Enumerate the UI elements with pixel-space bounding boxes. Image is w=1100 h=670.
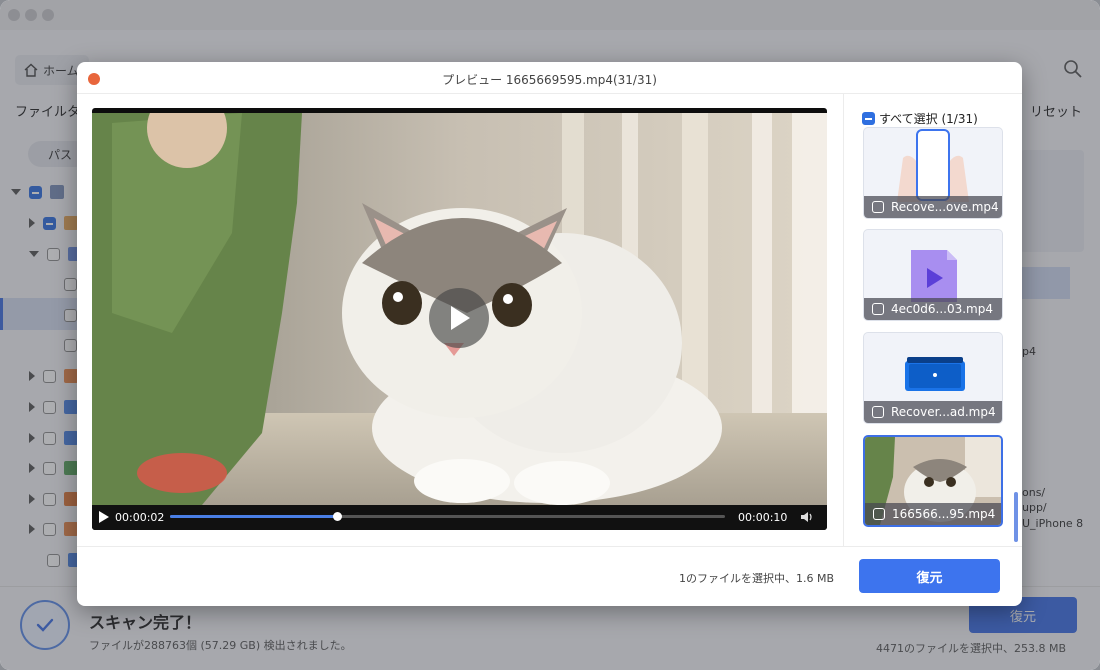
thumbnail-label-bar: Recover...ad.mp4	[864, 401, 1002, 423]
selection-info: 1のファイルを選択中、1.6 MB	[679, 572, 835, 585]
thumbnail-item-active[interactable]: 166566...95.mp4	[863, 435, 1003, 527]
thumbnail-checkbox[interactable]	[872, 303, 884, 315]
video-player[interactable]: 00:00:02 00:00:10	[92, 108, 827, 530]
play-icon	[451, 306, 470, 330]
thumbnail-item[interactable]: Recove...ove.mp4	[863, 127, 1003, 219]
select-all-checkbox[interactable]	[862, 112, 875, 125]
player-controls: 00:00:02 00:00:10	[92, 505, 827, 530]
ipad-icon	[905, 357, 965, 391]
thumbnail-filename: 4ec0d6...03.mp4	[891, 302, 993, 316]
thumbnail-checkbox[interactable]	[872, 406, 884, 418]
seek-progress	[170, 515, 337, 518]
volume-icon[interactable]	[800, 510, 814, 524]
thumbnail-label-bar: 166566...95.mp4	[865, 503, 1001, 525]
thumbnail-checkbox[interactable]	[873, 508, 885, 520]
play-button[interactable]	[99, 511, 109, 523]
phone-hands-icon	[897, 129, 969, 202]
thumbnail-item[interactable]: 4ec0d6...03.mp4	[863, 229, 1003, 321]
thumbnail-filename: Recove...ove.mp4	[891, 200, 999, 214]
thumbnail-label-bar: Recove...ove.mp4	[864, 196, 1002, 218]
select-all[interactable]: すべて選択 (1/31)	[862, 110, 978, 127]
play-overlay-button[interactable]	[429, 288, 489, 348]
video-file-icon	[911, 250, 957, 302]
thumbnail-filename: Recover...ad.mp4	[891, 405, 996, 419]
thumbnail-item[interactable]: Recover...ad.mp4	[863, 332, 1003, 424]
restore-button[interactable]: 復元	[859, 559, 1000, 593]
thumbnail-filename: 166566...95.mp4	[892, 507, 996, 521]
dialog-title: プレビュー 1665669595.mp4(31/31)	[442, 73, 657, 87]
thumbnail-label-bar: 4ec0d6...03.mp4	[864, 298, 1002, 320]
thumbnail-checkbox[interactable]	[872, 201, 884, 213]
seek-handle[interactable]	[332, 512, 342, 521]
divider	[77, 546, 1022, 547]
current-time: 00:00:02	[115, 511, 165, 524]
seek-bar[interactable]	[170, 512, 725, 521]
thumbnail-scrollbar[interactable]	[1014, 492, 1018, 542]
preview-dialog: プレビュー 1665669595.mp4(31/31) 00:00:02 00:…	[77, 62, 1022, 606]
select-all-label: すべて選択 (1/31)	[879, 112, 978, 126]
duration: 00:00:10	[738, 511, 788, 524]
